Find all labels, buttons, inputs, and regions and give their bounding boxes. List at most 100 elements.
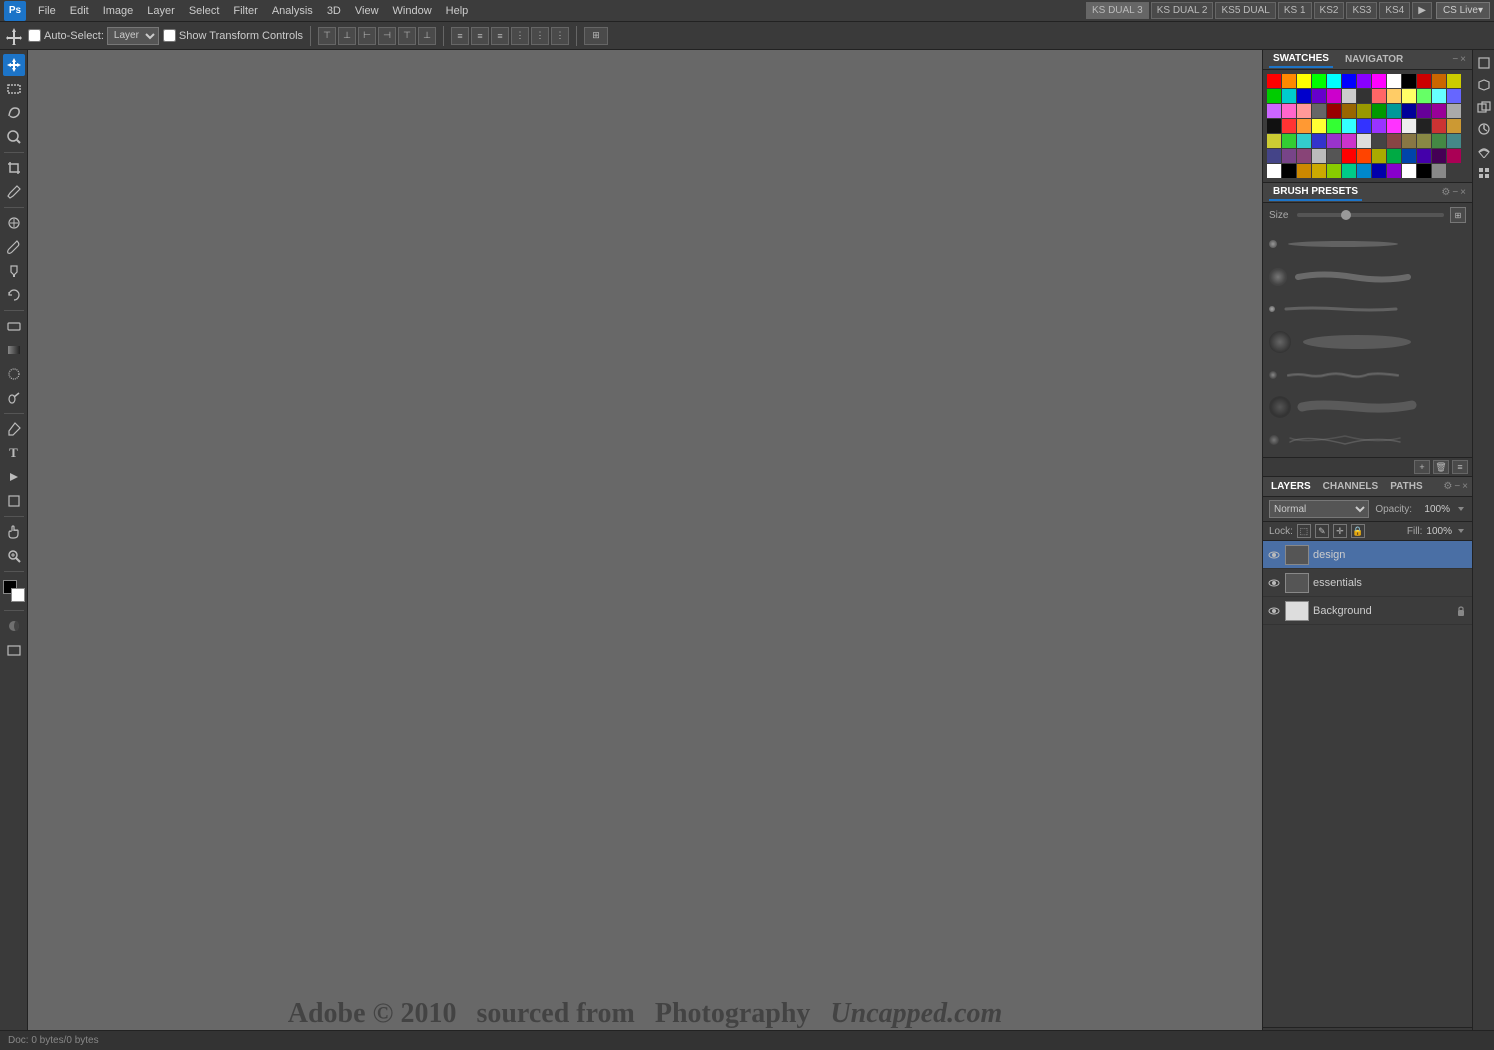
swatch-item[interactable] xyxy=(1297,119,1311,133)
ks-dual2-btn[interactable]: KS DUAL 2 xyxy=(1151,2,1214,19)
gradient-tool[interactable] xyxy=(3,339,25,361)
swatch-item[interactable] xyxy=(1447,74,1461,88)
swatch-item[interactable] xyxy=(1402,149,1416,163)
brush-tool[interactable] xyxy=(3,236,25,258)
swatch-item[interactable] xyxy=(1312,89,1326,103)
layer-row-background[interactable]: Background xyxy=(1263,597,1472,625)
ks-dual3-btn[interactable]: KS DUAL 3 xyxy=(1086,2,1149,19)
brush-presets-tab[interactable]: BRUSH PRESETS xyxy=(1269,184,1362,201)
menu-view[interactable]: View xyxy=(349,3,385,19)
layer-eye-essentials[interactable] xyxy=(1267,576,1281,590)
move-tool-icon[interactable] xyxy=(4,26,24,46)
strip-icon-4[interactable] xyxy=(1475,120,1493,138)
layers-tab[interactable]: LAYERS xyxy=(1267,479,1315,494)
swatch-item[interactable] xyxy=(1282,119,1296,133)
opacity-value[interactable]: 100% xyxy=(1418,504,1450,515)
swatches-close-btn[interactable]: × xyxy=(1460,54,1466,65)
history-brush-tool[interactable] xyxy=(3,284,25,306)
text-tool[interactable]: T xyxy=(3,442,25,464)
swatch-item[interactable] xyxy=(1312,119,1326,133)
ks4-btn[interactable]: KS4 xyxy=(1379,2,1410,19)
swatch-item[interactable] xyxy=(1402,134,1416,148)
swatch-item[interactable] xyxy=(1387,134,1401,148)
align-bottom-btn[interactable]: ⊢ xyxy=(358,27,376,45)
swatch-item[interactable] xyxy=(1432,89,1446,103)
swatch-item[interactable] xyxy=(1417,119,1431,133)
swatch-item[interactable] xyxy=(1417,164,1431,178)
swatch-item[interactable] xyxy=(1417,89,1431,103)
swatch-item[interactable] xyxy=(1327,134,1341,148)
swatch-item[interactable] xyxy=(1432,134,1446,148)
swatch-item[interactable] xyxy=(1327,164,1341,178)
swatch-item[interactable] xyxy=(1417,149,1431,163)
layers-settings-icon[interactable]: ⚙ xyxy=(1443,481,1452,492)
ks3-btn[interactable]: KS3 xyxy=(1346,2,1377,19)
brush-item-5[interactable] xyxy=(1267,359,1468,390)
swatch-item[interactable] xyxy=(1297,104,1311,118)
brush-size-slider[interactable] xyxy=(1297,213,1444,217)
swatch-item[interactable] xyxy=(1312,74,1326,88)
align-top-btn[interactable]: ⊤ xyxy=(318,27,336,45)
swatch-item[interactable] xyxy=(1327,104,1341,118)
swatch-item[interactable] xyxy=(1297,74,1311,88)
swatches-minimize-btn[interactable]: − xyxy=(1452,54,1458,65)
distrib-hc-btn[interactable]: ⋮ xyxy=(531,27,549,45)
fill-value[interactable]: 100% xyxy=(1426,526,1452,537)
brush-presets-settings-icon[interactable]: ⚙ xyxy=(1441,187,1450,198)
swatch-item[interactable] xyxy=(1387,119,1401,133)
eyedropper-tool[interactable] xyxy=(3,181,25,203)
swatch-item[interactable] xyxy=(1402,119,1416,133)
layers-close-btn[interactable]: × xyxy=(1462,481,1468,492)
brush-item-1[interactable] xyxy=(1267,229,1468,260)
swatch-item[interactable] xyxy=(1327,89,1341,103)
distrib-vc-btn[interactable]: ≡ xyxy=(471,27,489,45)
swatch-item[interactable] xyxy=(1372,119,1386,133)
quick-mask-btn[interactable] xyxy=(3,615,25,637)
swatch-item[interactable] xyxy=(1447,134,1461,148)
menu-image[interactable]: Image xyxy=(97,3,140,19)
swatch-item[interactable] xyxy=(1447,119,1461,133)
shape-tool[interactable] xyxy=(3,490,25,512)
brush-item-2[interactable] xyxy=(1267,262,1468,293)
distrib-left-btn[interactable]: ⋮ xyxy=(511,27,529,45)
ks5-dual-btn[interactable]: KS5 DUAL xyxy=(1215,2,1275,19)
blur-tool[interactable] xyxy=(3,363,25,385)
distrib-top-btn[interactable]: ≡ xyxy=(451,27,469,45)
menu-window[interactable]: Window xyxy=(387,3,438,19)
swatch-item[interactable] xyxy=(1282,164,1296,178)
align-hcenter-btn[interactable]: ⊤ xyxy=(398,27,416,45)
swatch-item[interactable] xyxy=(1402,74,1416,88)
clone-stamp-tool[interactable] xyxy=(3,260,25,282)
lock-position-btn[interactable]: ✛ xyxy=(1333,524,1347,538)
swatch-item[interactable] xyxy=(1372,89,1386,103)
swatch-item[interactable] xyxy=(1267,149,1281,163)
swatch-item[interactable] xyxy=(1447,104,1461,118)
strip-icon-1[interactable] xyxy=(1475,54,1493,72)
swatch-item[interactable] xyxy=(1282,149,1296,163)
strip-icon-3[interactable] xyxy=(1475,98,1493,116)
brush-delete-btn[interactable]: 🗑 xyxy=(1433,460,1449,474)
swatch-item[interactable] xyxy=(1267,164,1281,178)
swatch-item[interactable] xyxy=(1267,104,1281,118)
swatch-item[interactable] xyxy=(1297,134,1311,148)
swatch-item[interactable] xyxy=(1357,164,1371,178)
swatch-item[interactable] xyxy=(1417,74,1431,88)
distrib-right-btn[interactable]: ⋮ xyxy=(551,27,569,45)
swatch-item[interactable] xyxy=(1432,104,1446,118)
swatch-item[interactable] xyxy=(1342,104,1356,118)
brush-item-7[interactable] xyxy=(1267,424,1468,455)
swatch-item[interactable] xyxy=(1297,164,1311,178)
zoom-tool[interactable] xyxy=(3,545,25,567)
swatch-item[interactable] xyxy=(1327,74,1341,88)
swatch-item[interactable] xyxy=(1357,149,1371,163)
swatch-item[interactable] xyxy=(1297,89,1311,103)
quick-select-tool[interactable] xyxy=(3,126,25,148)
swatch-item[interactable] xyxy=(1267,119,1281,133)
healing-brush-tool[interactable] xyxy=(3,212,25,234)
swatch-item[interactable] xyxy=(1267,89,1281,103)
ks1-btn[interactable]: KS 1 xyxy=(1278,2,1312,19)
layer-row-design[interactable]: design xyxy=(1263,541,1472,569)
align-right-btn[interactable]: ⊥ xyxy=(418,27,436,45)
auto-align-btn[interactable]: ⊞ xyxy=(584,27,608,45)
swatch-item[interactable] xyxy=(1417,134,1431,148)
